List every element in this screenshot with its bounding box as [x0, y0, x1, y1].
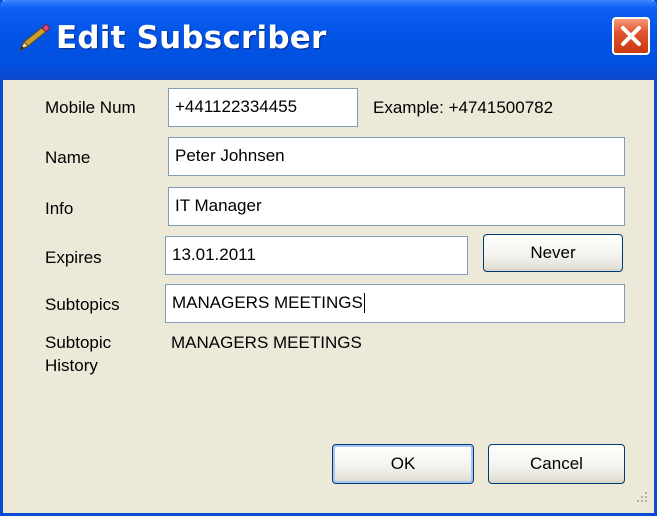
name-label: Name — [45, 148, 91, 167]
edit-pencil-icon — [14, 22, 52, 56]
mobile-num-input[interactable]: +441122334455 — [168, 88, 358, 127]
title-bar[interactable]: Edit Subscriber — [0, 0, 657, 80]
subtopics-value: MANAGERS MEETINGS — [172, 293, 363, 312]
expires-label: Expires — [45, 248, 102, 267]
cancel-button-label: Cancel — [530, 454, 583, 473]
info-input[interactable]: IT Manager — [168, 187, 625, 226]
subtopic-history-label-line2: History — [45, 356, 98, 375]
subtopic-history-value: MANAGERS MEETINGS — [171, 333, 362, 352]
edit-subscriber-dialog: Edit Subscriber Mobile Num +441122334455… — [0, 0, 657, 516]
ok-button-label: OK — [390, 454, 416, 473]
window-title: Edit Subscriber — [56, 20, 327, 56]
ok-button[interactable]: OK — [332, 444, 474, 484]
mobile-num-label: Mobile Num — [45, 98, 136, 117]
subtopic-history-label-line1: Subtopic — [45, 333, 112, 352]
text-caret — [363, 293, 365, 313]
close-button[interactable] — [612, 17, 650, 55]
name-input[interactable]: Peter Johnsen — [168, 137, 625, 176]
never-button[interactable]: Never — [483, 234, 623, 272]
cancel-button[interactable]: Cancel — [488, 444, 625, 484]
subtopics-input[interactable]: MANAGERS MEETINGS — [165, 284, 625, 323]
subtopics-label: Subtopics — [45, 295, 120, 314]
resize-grip-icon[interactable] — [635, 490, 649, 504]
mobile-example-text: Example: +4741500782 — [373, 98, 554, 117]
close-icon — [621, 26, 641, 46]
info-label: Info — [45, 199, 74, 218]
never-button-label: Never — [530, 243, 576, 262]
expires-input[interactable]: 13.01.2011 — [165, 236, 468, 275]
